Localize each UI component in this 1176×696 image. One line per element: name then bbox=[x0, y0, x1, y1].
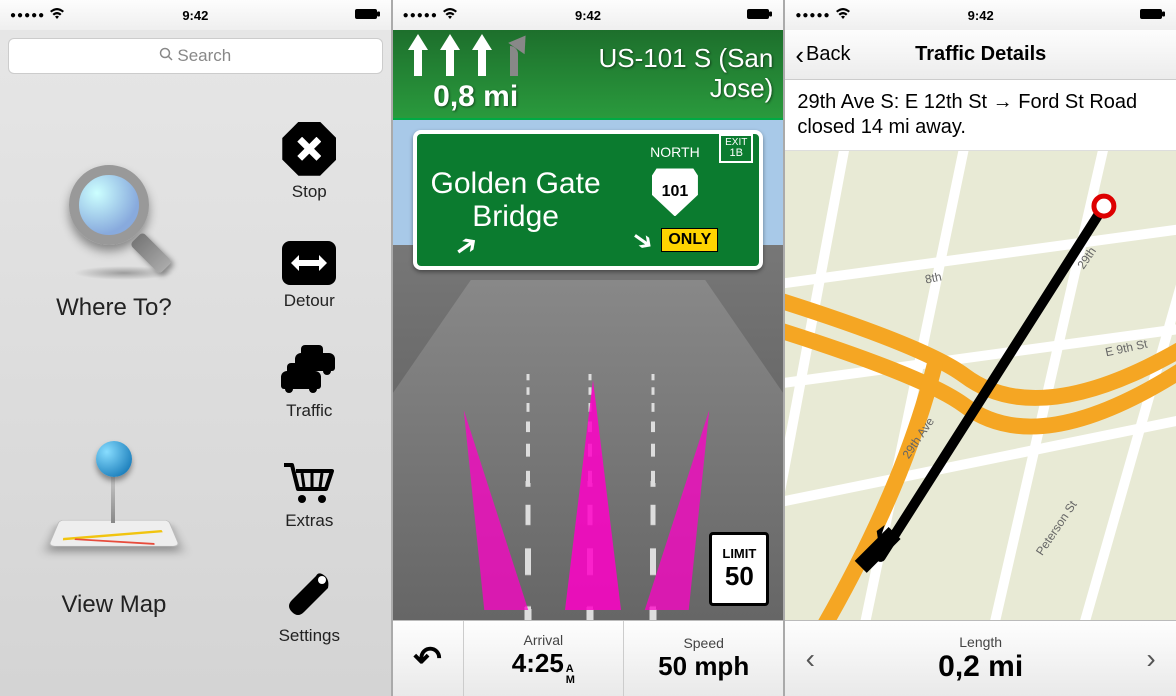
length-panel: Length 0,2 mi bbox=[835, 634, 1126, 684]
search-placeholder: Search bbox=[177, 46, 231, 66]
uturn-button[interactable]: ↶ bbox=[393, 621, 463, 696]
traffic-button[interactable]: Traffic bbox=[279, 351, 339, 421]
only-badge: ONLY bbox=[661, 228, 718, 252]
back-button[interactable]: ‹ Back bbox=[795, 42, 850, 68]
settings-button[interactable]: Settings bbox=[279, 570, 340, 646]
wifi-icon bbox=[442, 8, 458, 23]
stop-icon bbox=[282, 122, 336, 176]
status-bar: ●●●●● 9:42 bbox=[393, 0, 784, 30]
sign-line2: Bridge bbox=[472, 200, 559, 233]
where-to-button[interactable]: Where To? bbox=[54, 160, 174, 322]
extras-button[interactable]: Extras bbox=[282, 461, 336, 531]
battery-icon bbox=[355, 8, 381, 23]
view-map-button[interactable]: View Map bbox=[44, 437, 184, 619]
chevron-right-icon: › bbox=[1146, 643, 1155, 675]
traffic-bottom-bar: ‹ Length 0,2 mi › bbox=[785, 620, 1176, 696]
route-shield-icon: 101 bbox=[652, 168, 698, 216]
signal-dots-icon: ●●●●● bbox=[795, 10, 830, 21]
battery-icon bbox=[1140, 8, 1166, 23]
speed-panel[interactable]: Speed 50 mph bbox=[623, 621, 783, 696]
cart-icon bbox=[282, 461, 336, 505]
sign-arrow-icon: ➔ bbox=[448, 227, 485, 266]
speed-limit-sign: LIMIT 50 bbox=[709, 532, 769, 606]
wrench-icon bbox=[284, 570, 334, 620]
highway-sign: Golden Gate Bridge ➔ EXIT 1B NORTH 101 ➔ bbox=[413, 130, 764, 270]
north-label: NORTH bbox=[650, 144, 700, 160]
uturn-icon: ↶ bbox=[413, 639, 442, 679]
traffic-map[interactable]: 880 8th 29th 29th Ave E 9th St Peterson … bbox=[785, 151, 1176, 620]
prev-button[interactable]: ‹ bbox=[785, 643, 835, 675]
map-canvas bbox=[785, 151, 1176, 620]
status-time: 9:42 bbox=[182, 8, 208, 23]
traffic-message: 29th Ave S: E 12th St → Ford St Road clo… bbox=[785, 80, 1176, 151]
stop-button[interactable]: Stop bbox=[282, 122, 336, 202]
wifi-icon bbox=[835, 8, 851, 23]
chevron-left-icon: ‹ bbox=[795, 42, 804, 68]
search-icon bbox=[159, 46, 173, 66]
status-bar: ●●●●● 9:42 bbox=[785, 0, 1176, 30]
traffic-icon bbox=[279, 351, 339, 395]
view-map-label: View Map bbox=[61, 591, 166, 619]
status-time: 9:42 bbox=[575, 8, 601, 23]
lane-guidance-bar[interactable]: 0,8 mi US-101 S (San Jose) bbox=[393, 30, 784, 120]
lane-distance: 0,8 mi bbox=[433, 80, 518, 114]
signal-dots-icon: ●●●●● bbox=[403, 10, 438, 21]
map-pin-icon bbox=[44, 437, 184, 577]
sign-line1: Golden Gate bbox=[431, 167, 601, 200]
detour-icon bbox=[282, 241, 336, 285]
battery-icon bbox=[747, 8, 773, 23]
status-bar: ●●●●● 9:42 bbox=[0, 0, 391, 30]
road-view[interactable]: Golden Gate Bridge ➔ EXIT 1B NORTH 101 ➔ bbox=[393, 120, 784, 620]
lane-arrow-icon bbox=[565, 380, 621, 610]
lane-destination: US-101 S (San Jose) bbox=[529, 44, 774, 104]
nav-bottom-bar: ↶ Arrival 4:25AM Speed 50 mph bbox=[393, 620, 784, 696]
status-time: 9:42 bbox=[968, 8, 994, 23]
traffic-details-header: ‹ Back Traffic Details bbox=[785, 30, 1176, 80]
screen-traffic-details: ●●●●● 9:42 ‹ Back Traffic Details 29th A… bbox=[785, 0, 1176, 696]
page-title: Traffic Details bbox=[915, 43, 1046, 66]
where-to-label: Where To? bbox=[56, 294, 172, 322]
lane-arrows-icon bbox=[403, 34, 529, 80]
next-button[interactable]: › bbox=[1126, 643, 1176, 675]
search-input[interactable]: Search bbox=[8, 38, 383, 74]
arrival-panel[interactable]: Arrival 4:25AM bbox=[463, 621, 623, 696]
screen-home: ●●●●● 9:42 Search Where To? bbox=[0, 0, 393, 696]
sign-arrow-icon: ➔ bbox=[625, 221, 661, 259]
signal-dots-icon: ●●●●● bbox=[10, 10, 45, 21]
wifi-icon bbox=[49, 8, 65, 23]
magnifier-icon bbox=[54, 160, 174, 280]
exit-badge: EXIT 1B bbox=[719, 134, 753, 163]
screen-navigation: ●●●●● 9:42 0,8 mi US-101 S (San Jose) Go… bbox=[393, 0, 786, 696]
detour-button[interactable]: Detour bbox=[282, 241, 336, 311]
chevron-left-icon: ‹ bbox=[806, 643, 815, 675]
